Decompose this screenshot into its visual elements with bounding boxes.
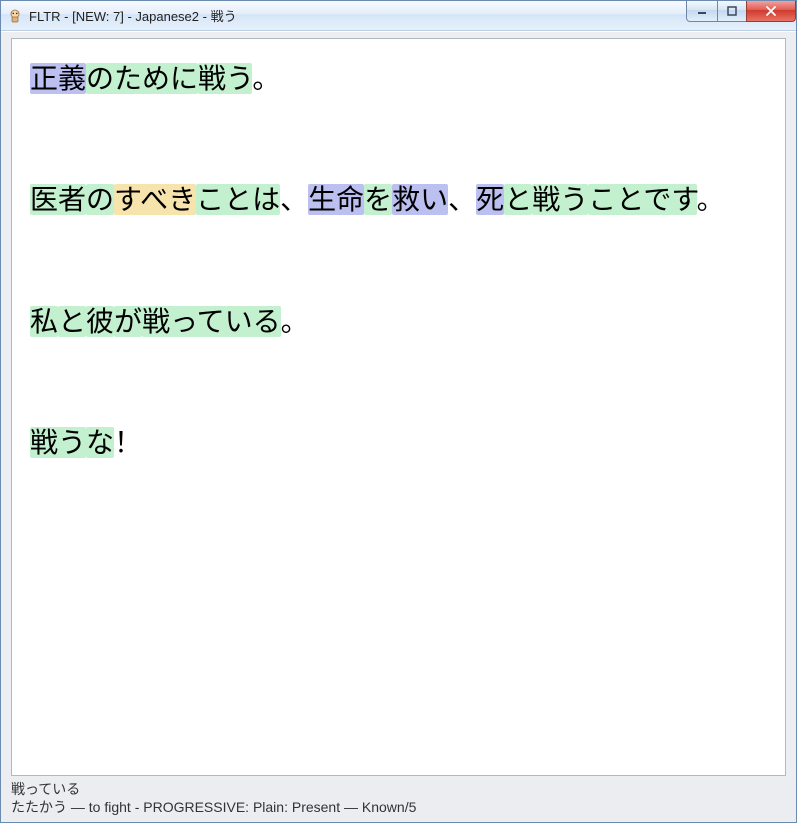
status-bar: 戦っている たたかう — to fight - PROGRESSIVE: Pla… <box>1 778 796 822</box>
client-area: 正義のために戦う。医者のすべきことは、生命を救い、死と戦うことです。私と彼が戦っ… <box>1 31 796 822</box>
word-token[interactable]: ！ <box>114 427 142 458</box>
word-token[interactable]: が <box>114 306 142 337</box>
word-token[interactable]: 戦う <box>198 63 252 94</box>
word-token[interactable]: すべき <box>114 184 196 215</box>
sentence: 正義のために戦う。 <box>30 57 767 100</box>
app-window: FLTR - [NEW: 7] - Japanese2 - 戦う 正義のために戦… <box>0 0 797 823</box>
app-icon <box>7 8 23 24</box>
window-controls <box>687 1 796 21</box>
word-token[interactable]: のために <box>86 63 198 94</box>
word-token[interactable]: 救い <box>392 184 448 215</box>
titlebar[interactable]: FLTR - [NEW: 7] - Japanese2 - 戦う <box>1 1 796 31</box>
status-term: 戦っている <box>11 781 786 799</box>
word-token[interactable]: 。 <box>281 306 309 337</box>
word-token[interactable]: 戦う <box>30 427 86 458</box>
word-token[interactable]: ことです <box>588 184 696 215</box>
word-token[interactable]: 。 <box>697 184 725 215</box>
close-button[interactable] <box>746 1 796 22</box>
word-token[interactable]: 戦っている <box>142 306 281 337</box>
sentence: 私と彼が戦っている。 <box>30 300 767 343</box>
word-token[interactable]: 私 <box>30 306 58 337</box>
word-token[interactable]: 医者 <box>30 184 86 215</box>
maximize-button[interactable] <box>717 1 747 22</box>
word-token[interactable]: 戦う <box>532 184 588 215</box>
word-token[interactable]: 正義 <box>30 63 86 94</box>
word-token[interactable]: 死 <box>476 184 504 215</box>
word-token[interactable]: な <box>86 427 114 458</box>
sentence: 戦うな！ <box>30 421 767 464</box>
minimize-button[interactable] <box>686 1 718 22</box>
word-token[interactable]: ことは <box>196 184 280 215</box>
status-definition: たたかう — to fight - PROGRESSIVE: Plain: Pr… <box>11 799 786 817</box>
word-token[interactable]: と <box>504 184 532 215</box>
word-token[interactable]: 生命 <box>308 184 364 215</box>
reading-pane[interactable]: 正義のために戦う。医者のすべきことは、生命を救い、死と戦うことです。私と彼が戦っ… <box>11 38 786 776</box>
word-token[interactable]: の <box>86 184 114 215</box>
word-token[interactable]: と <box>58 306 86 337</box>
word-token[interactable]: 。 <box>252 63 280 94</box>
word-token[interactable]: 彼 <box>86 306 114 337</box>
word-token[interactable]: 、 <box>448 184 476 215</box>
sentence: 医者のすべきことは、生命を救い、死と戦うことです。 <box>30 178 767 221</box>
word-token[interactable]: 、 <box>280 184 308 215</box>
word-token[interactable]: を <box>364 184 392 215</box>
window-title: FLTR - [NEW: 7] - Japanese2 - 戦う <box>29 6 687 25</box>
